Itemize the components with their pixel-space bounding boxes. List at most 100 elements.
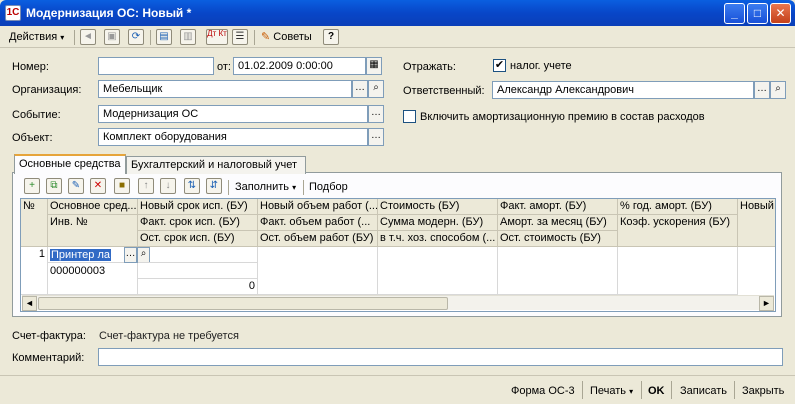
- select-ellipsis-icon[interactable]: …: [368, 128, 384, 146]
- advice-button[interactable]: ✎ Советы: [258, 28, 315, 46]
- event-input[interactable]: Модернизация ОС: [98, 105, 368, 123]
- app-icon: 1С: [5, 5, 21, 21]
- col-header-remain-cost[interactable]: Ост. стоимость (БУ): [498, 231, 618, 247]
- col-header-month-amort[interactable]: Аморт. за месяц (БУ): [498, 215, 618, 231]
- advice-icon: ✎: [261, 31, 271, 43]
- cell[interactable]: [138, 263, 258, 279]
- actions-label: Действия: [9, 31, 58, 43]
- unpost-document-icon[interactable]: ▥: [180, 29, 196, 45]
- responsible-input[interactable]: Александр Александрович: [492, 81, 754, 99]
- fill-label: Заполнить: [235, 181, 290, 193]
- select-button[interactable]: Подбор: [309, 180, 348, 194]
- post-document-icon[interactable]: ▤: [156, 29, 172, 45]
- scroll-left-icon[interactable]: ◄: [22, 296, 37, 311]
- remain-term-cell[interactable]: 0: [138, 279, 258, 295]
- ok-button[interactable]: OK: [648, 383, 665, 399]
- form-os3-button[interactable]: Форма ОС-3: [511, 383, 575, 399]
- cell[interactable]: [258, 247, 378, 295]
- object-label: Объект:: [12, 132, 53, 144]
- search-icon[interactable]: ⌕: [368, 80, 384, 98]
- scroll-thumb[interactable]: [38, 297, 448, 310]
- add-row-icon[interactable]: +: [24, 178, 40, 194]
- invoice-value[interactable]: Счет-фактура не требуется: [99, 329, 239, 343]
- col-header-remain-term[interactable]: Ост. срок исп. (БУ): [138, 231, 258, 247]
- table-row[interactable]: 1 Принтер ла … ⌕ 000000003 0: [21, 247, 775, 295]
- print-label: Печать: [590, 385, 627, 397]
- scroll-right-icon[interactable]: ►: [759, 296, 774, 311]
- refresh-icon[interactable]: ⟳: [128, 29, 144, 45]
- toolbar-separator: [74, 30, 75, 45]
- sort-desc-icon[interactable]: ⇵: [206, 178, 222, 194]
- col-header-modern-sum[interactable]: Сумма модерн. (БУ): [378, 215, 498, 231]
- number-label: Номер:: [12, 61, 49, 73]
- depreciation-bonus-checkbox[interactable]: [403, 110, 416, 123]
- asset-value: Принтер ла: [50, 249, 111, 261]
- cell[interactable]: [498, 247, 618, 295]
- sort-asc-icon[interactable]: ⇅: [184, 178, 200, 194]
- tax-accounting-checkbox[interactable]: ✔: [493, 59, 506, 72]
- select-ellipsis-icon[interactable]: …: [368, 105, 384, 123]
- end-edit-icon[interactable]: ■: [114, 178, 130, 194]
- calendar-icon[interactable]: ▦: [366, 57, 382, 75]
- col-header-remain-volume[interactable]: Ост. объем работ (БУ): [258, 231, 378, 247]
- col-header-fact-volume[interactable]: Факт. объем работ (...: [258, 215, 378, 231]
- toolbar-separator: [734, 381, 735, 399]
- document-list-icon[interactable]: ☰: [232, 29, 248, 45]
- main-toolbar: Действия ▾ ◄ ▣ ⟳ ▤ ▥ Дт Кт ☰ ✎ Советы ?: [0, 26, 795, 48]
- col-header-new[interactable]: Новый: [738, 199, 775, 247]
- copy-icon[interactable]: ▣: [104, 29, 120, 45]
- event-label: Событие:: [12, 109, 61, 121]
- print-menu-button[interactable]: Печать ▾: [590, 383, 633, 399]
- advice-label: Советы: [273, 31, 312, 43]
- help-icon[interactable]: ?: [323, 29, 339, 45]
- delete-row-icon[interactable]: ✕: [90, 178, 106, 194]
- select-ellipsis-icon[interactable]: …: [124, 247, 137, 263]
- toolbar-separator: [228, 180, 229, 195]
- tab-fixed-assets[interactable]: Основные средства: [14, 154, 126, 174]
- back-arrow-icon[interactable]: ◄: [80, 29, 96, 45]
- toolbar-separator: [582, 381, 583, 399]
- reflect-label: Отражать:: [403, 61, 456, 73]
- save-button[interactable]: Записать: [680, 383, 727, 399]
- object-input[interactable]: Комплект оборудования: [98, 128, 368, 146]
- col-header-in-house[interactable]: в т.ч. хоз. способом (...: [378, 231, 498, 247]
- col-header-cost[interactable]: Стоимость (БУ): [378, 199, 498, 215]
- invoice-label: Счет-фактура:: [12, 330, 86, 342]
- col-header-new-volume[interactable]: Новый объем работ (...: [258, 199, 378, 215]
- responsible-label: Ответственный:: [403, 85, 485, 97]
- inv-number-cell[interactable]: 000000003: [48, 263, 138, 295]
- move-up-icon[interactable]: ↑: [138, 178, 154, 194]
- col-header-fact-term[interactable]: Факт. срок исп. (БУ): [138, 215, 258, 231]
- edit-row-icon[interactable]: ✎: [68, 178, 84, 194]
- cell[interactable]: [138, 247, 258, 263]
- select-ellipsis-icon[interactable]: …: [352, 80, 368, 98]
- horizontal-scrollbar[interactable]: ◄ ►: [22, 295, 774, 311]
- number-input[interactable]: [98, 57, 214, 75]
- date-input[interactable]: 01.02.2009 0:00:00: [233, 57, 366, 75]
- cell[interactable]: [618, 247, 738, 295]
- col-header-inv[interactable]: Инв. №: [48, 215, 138, 247]
- maximize-button[interactable]: □: [747, 3, 768, 24]
- search-icon[interactable]: ⌕: [770, 81, 786, 99]
- assets-table: № Основное сред... Новый срок исп. (БУ) …: [20, 198, 776, 312]
- actions-menu-button[interactable]: Действия ▾: [6, 28, 67, 46]
- fill-menu-button[interactable]: Заполнить ▾: [235, 180, 296, 194]
- tax-accounting-label: налог. учете: [510, 60, 572, 72]
- col-header-asset[interactable]: Основное сред...: [48, 199, 138, 215]
- cell[interactable]: [378, 247, 498, 295]
- tab-accounting[interactable]: Бухгалтерский и налоговый учет: [126, 156, 306, 174]
- col-header-annual-amort[interactable]: % год. аморт. (БУ): [618, 199, 738, 215]
- col-header-accel-coef[interactable]: Коэф. ускорения (БУ): [618, 215, 738, 247]
- close-button[interactable]: Закрыть: [742, 383, 784, 399]
- comment-input[interactable]: [98, 348, 783, 366]
- dtkt-icon[interactable]: Дт Кт: [206, 29, 228, 45]
- select-ellipsis-icon[interactable]: …: [754, 81, 770, 99]
- close-window-button[interactable]: ✕: [770, 3, 791, 24]
- move-down-icon[interactable]: ↓: [160, 178, 176, 194]
- col-header-fact-amort[interactable]: Факт. аморт. (БУ): [498, 199, 618, 215]
- copy-row-icon[interactable]: ⧉: [46, 178, 62, 194]
- col-header-new-term[interactable]: Новый срок исп. (БУ): [138, 199, 258, 215]
- minimize-button[interactable]: _: [724, 3, 745, 24]
- organization-input[interactable]: Мебельщик: [98, 80, 352, 98]
- col-header-num[interactable]: №: [21, 199, 48, 247]
